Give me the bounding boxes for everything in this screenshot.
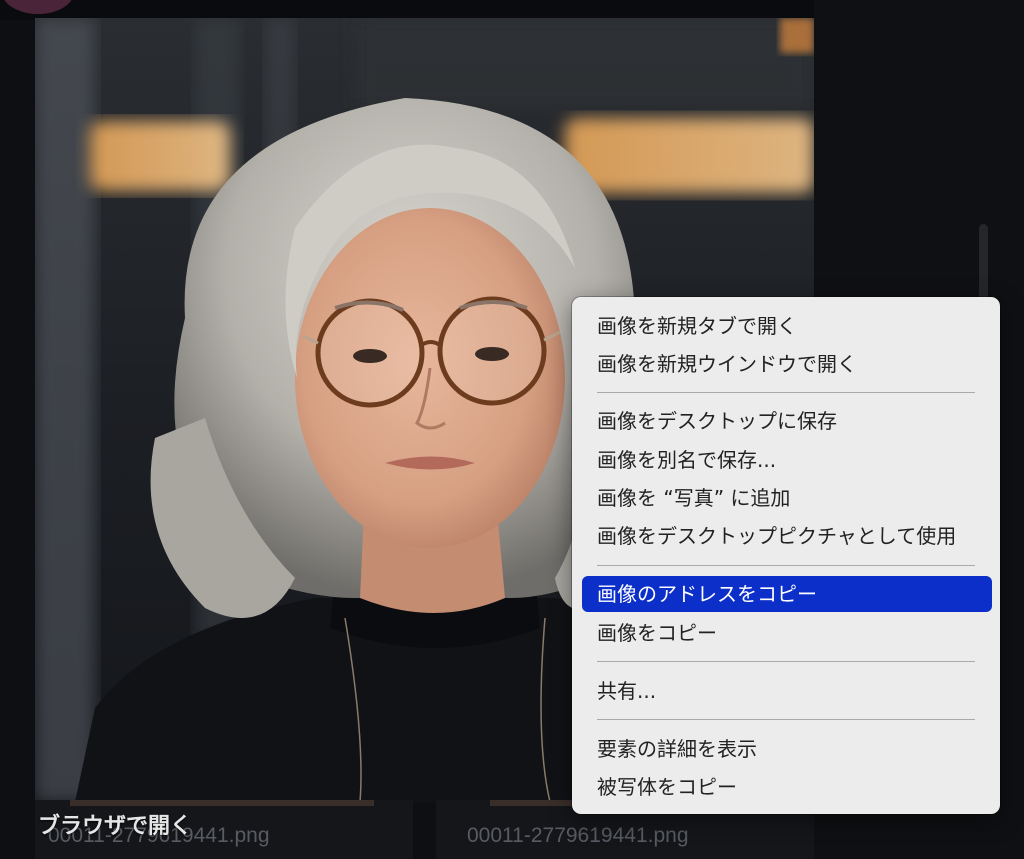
menu-item-save-to-desktop[interactable]: 画像をデスクトップに保存 bbox=[582, 403, 992, 439]
menu-item-add-to-photos[interactable]: 画像を “写真” に追加 bbox=[582, 480, 992, 516]
menu-separator bbox=[597, 392, 975, 393]
menu-item-share[interactable]: 共有... bbox=[582, 673, 992, 709]
menu-separator bbox=[597, 565, 975, 566]
menu-item-copy-subject[interactable]: 被写体をコピー bbox=[582, 769, 992, 805]
menu-item-open-in-new-tab[interactable]: 画像を新規タブで開く bbox=[582, 308, 992, 344]
menu-separator bbox=[597, 719, 975, 720]
menu-item-copy-image-address[interactable]: 画像のアドレスをコピー bbox=[582, 576, 992, 612]
menu-item-open-in-new-window[interactable]: 画像を新規ウインドウで開く bbox=[582, 346, 992, 382]
menu-item-inspect-element[interactable]: 要素の詳細を表示 bbox=[582, 731, 992, 767]
context-menu: 画像を新規タブで開く 画像を新規ウインドウで開く 画像をデスクトップに保存 画像… bbox=[572, 297, 1000, 814]
menu-item-use-as-desktop-picture[interactable]: 画像をデスクトップピクチャとして使用 bbox=[582, 518, 992, 554]
menu-item-save-as[interactable]: 画像を別名で保存... bbox=[582, 442, 992, 478]
menu-item-copy-image[interactable]: 画像をコピー bbox=[582, 615, 992, 651]
file-name: 00011-2779619441.png bbox=[467, 824, 689, 847]
thumbnail-image bbox=[70, 800, 374, 806]
open-in-browser-link[interactable]: ブラウザで開く bbox=[38, 808, 192, 840]
menu-separator bbox=[597, 661, 975, 662]
